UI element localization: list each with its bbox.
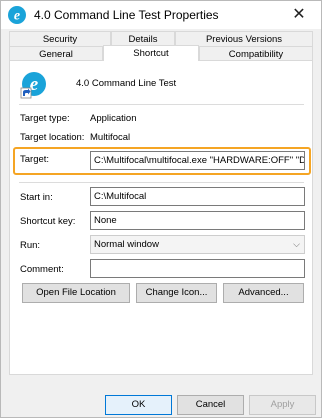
target-location-label: Target location: bbox=[20, 132, 85, 143]
tab-compatibility[interactable]: Compatibility bbox=[199, 46, 313, 61]
run-select[interactable]: Normal window ⌵ bbox=[90, 235, 305, 254]
open-file-location-button[interactable]: Open File Location bbox=[22, 283, 130, 303]
target-type-value: Application bbox=[90, 113, 137, 124]
run-label: Run: bbox=[20, 240, 41, 251]
tab-previous-versions[interactable]: Previous Versions bbox=[175, 31, 313, 46]
chevron-down-icon: ⌵ bbox=[293, 239, 300, 249]
change-icon-button[interactable]: Change Icon... bbox=[136, 283, 217, 303]
tab-security[interactable]: Security bbox=[9, 31, 111, 46]
start-in-label: Start in: bbox=[20, 192, 53, 203]
cancel-button[interactable]: Cancel bbox=[177, 395, 244, 415]
svg-text:e: e bbox=[14, 9, 20, 24]
target-label: Target: bbox=[20, 154, 50, 165]
separator bbox=[19, 182, 304, 183]
app-e-icon: e bbox=[8, 6, 26, 24]
shortcut-key-input[interactable]: None bbox=[90, 211, 305, 230]
comment-input[interactable] bbox=[90, 259, 305, 278]
window-title: 4.0 Command Line Test Properties bbox=[34, 8, 219, 22]
target-input[interactable]: C:\Multifocal\multifocal.exe "HARDWARE:O… bbox=[90, 151, 305, 170]
shortcut-key-label: Shortcut key: bbox=[20, 216, 76, 227]
separator bbox=[19, 104, 304, 105]
advanced-button[interactable]: Advanced... bbox=[223, 283, 304, 303]
title-bar[interactable]: e 4.0 Command Line Test Properties ✕ bbox=[1, 1, 321, 29]
start-in-input[interactable]: C:\Multifocal bbox=[90, 187, 305, 206]
properties-window: e 4.0 Command Line Test Properties ✕ Sec… bbox=[0, 0, 322, 418]
app-e-shortcut-icon: e bbox=[20, 72, 46, 99]
ok-button[interactable]: OK bbox=[105, 395, 172, 415]
target-location-value: Multifocal bbox=[90, 132, 131, 143]
tab-shortcut[interactable]: Shortcut bbox=[103, 45, 199, 61]
comment-label: Comment: bbox=[20, 264, 64, 275]
apply-button[interactable]: Apply bbox=[249, 395, 316, 415]
close-icon: ✕ bbox=[292, 6, 306, 23]
target-type-label: Target type: bbox=[20, 113, 70, 124]
tab-general[interactable]: General bbox=[9, 46, 103, 61]
run-select-value: Normal window bbox=[94, 239, 159, 250]
tab-details[interactable]: Details bbox=[111, 31, 175, 46]
close-button[interactable]: ✕ bbox=[277, 1, 321, 29]
shortcut-name: 4.0 Command Line Test bbox=[76, 78, 177, 89]
